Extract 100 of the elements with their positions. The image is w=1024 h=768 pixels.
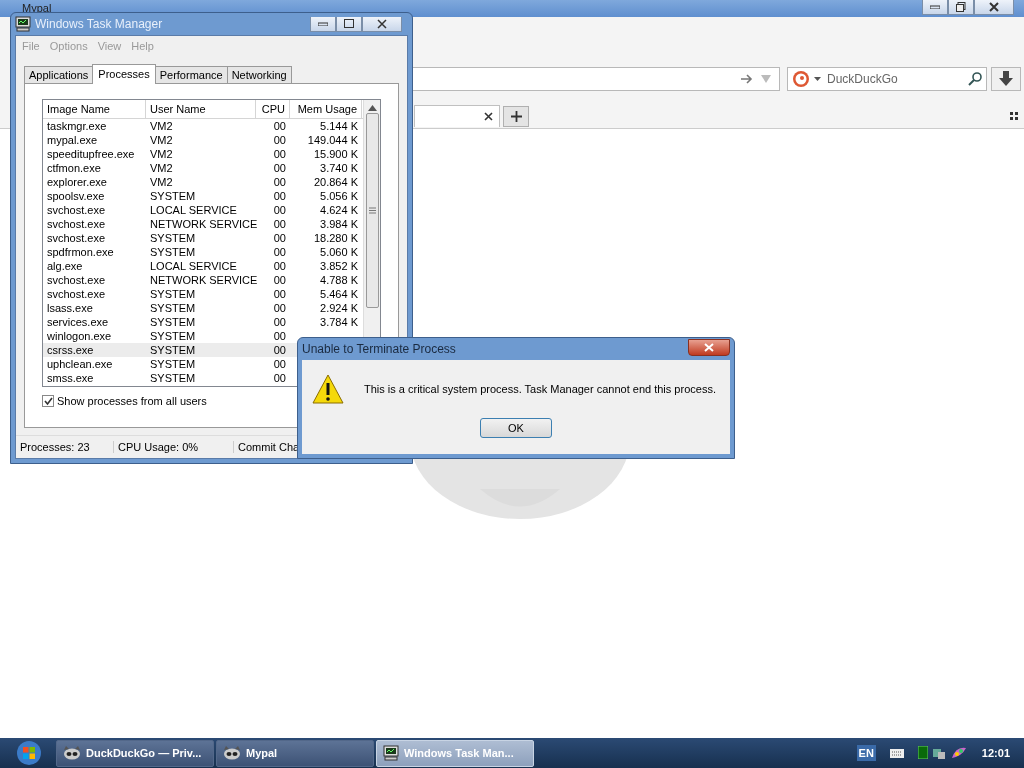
table-cell-text: 00: [272, 133, 287, 147]
tab[interactable]: Applications: [24, 66, 94, 84]
table-cell-text: taskmgr.exe: [46, 119, 108, 133]
table-cell-text: csrss.exe: [46, 343, 95, 357]
table-cell-text: svchost.exe: [46, 217, 107, 231]
table-cell-text: SYSTEM: [149, 301, 197, 315]
table-cell-text: LOCAL SERVICE: [149, 259, 238, 273]
search-bar[interactable]: DuckDuckGo: [787, 67, 987, 91]
process-row[interactable]: ctfmon.exe VM2 00 3.740 K: [43, 161, 363, 175]
table-cell-text: SYSTEM: [149, 245, 197, 259]
table-cell-text: 5.056 K: [319, 189, 359, 203]
table-cell-text: 00: [272, 371, 287, 385]
column-header[interactable]: Image Name: [43, 100, 146, 118]
table-cell-text: spoolsv.exe: [46, 189, 106, 203]
table-cell-text: 00: [272, 357, 287, 371]
table-cell-text: VM2: [149, 175, 174, 189]
table-cell-text: 00: [272, 273, 287, 287]
process-row[interactable]: svchost.exe LOCAL SERVICE 00 4.624 K: [43, 203, 363, 217]
process-row[interactable]: svchost.exe NETWORK SERVICE 00 3.984 K: [43, 217, 363, 231]
taskbar-button[interactable]: DuckDuckGo — Priv...: [56, 739, 214, 767]
table-cell-text: 5.060 K: [319, 245, 359, 259]
tab[interactable]: Performance: [154, 66, 228, 84]
table-cell-text: 00: [272, 175, 287, 189]
table-cell-text: 18.280 K: [312, 231, 359, 245]
table-cell-text: SYSTEM: [149, 343, 197, 357]
process-row[interactable]: speeditupfree.exe VM2 00 15.900 K: [43, 147, 363, 161]
table-cell-text: NETWORK SERVICE: [149, 273, 256, 287]
table-cell-text: 00: [272, 161, 287, 175]
table-cell-text: 00: [272, 231, 287, 245]
language-indicator[interactable]: EN: [856, 745, 876, 761]
table-cell-text: 15.900 K: [312, 147, 359, 161]
column-header[interactable]: CPU: [256, 100, 290, 118]
status-text: Processes: 23: [16, 440, 114, 453]
error-message: This is a critical system process. Task Manager cannot end this process.: [364, 383, 716, 395]
table-cell-text: mypal.exe: [46, 133, 99, 147]
table-cell-text: lsass.exe: [46, 301, 94, 315]
table-cell-text: 3.784 K: [319, 315, 359, 329]
table-cell-text: 5.144 K: [319, 119, 359, 133]
table-cell-text: 00: [272, 343, 287, 357]
process-row[interactable]: taskmgr.exe VM2 00 5.144 K: [43, 119, 363, 133]
tab[interactable]: Processes: [92, 64, 156, 84]
table-cell-text: 3.740 K: [319, 161, 359, 175]
checkbox-label: Show processes from all users: [57, 395, 207, 407]
table-cell-text: explorer.exe: [46, 175, 108, 189]
table-cell-text: services.exe: [46, 315, 110, 329]
table-cell-text: svchost.exe: [46, 203, 107, 217]
table-cell-text: 00: [272, 259, 287, 273]
table-cell-text: spdfrmon.exe: [46, 245, 115, 259]
process-row[interactable]: mypal.exe VM2 00 149.044 K: [43, 133, 363, 147]
table-cell-text: 00: [272, 119, 287, 133]
tab[interactable]: Networking: [226, 66, 292, 84]
process-row[interactable]: svchost.exe SYSTEM 00 5.464 K: [43, 287, 363, 301]
table-cell-text: 00: [272, 217, 287, 231]
table-cell-text: alg.exe: [46, 259, 84, 273]
table-cell-text: 4.788 K: [319, 273, 359, 287]
taskbar-button[interactable]: Mypal: [216, 739, 374, 767]
column-header[interactable]: User Name: [146, 100, 256, 118]
table-cell-text: svchost.exe: [46, 231, 107, 245]
table-cell-text: VM2: [149, 133, 174, 147]
table-cell-text: 00: [272, 329, 287, 343]
table-cell-text: 4.624 K: [319, 203, 359, 217]
table-cell-text: 3.984 K: [319, 217, 359, 231]
table-cell-text: 3.852 K: [319, 259, 359, 273]
ok-button[interactable]: OK: [480, 418, 552, 438]
table-cell-text: 00: [272, 203, 287, 217]
clock: 12:01: [981, 747, 1010, 759]
process-row[interactable]: spdfrmon.exe SYSTEM 00 5.060 K: [43, 245, 363, 259]
table-cell-text: SYSTEM: [149, 357, 197, 371]
table-cell-text: 149.044 K: [306, 133, 359, 147]
table-cell-text: SYSTEM: [149, 287, 197, 301]
table-cell-text: speeditupfree.exe: [46, 147, 136, 161]
status-text: CPU Usage: 0%: [114, 440, 234, 453]
column-header[interactable]: Mem Usage: [290, 100, 362, 118]
process-row[interactable]: alg.exe LOCAL SERVICE 00 3.852 K: [43, 259, 363, 273]
table-cell-text: SYSTEM: [149, 189, 197, 203]
process-row[interactable]: explorer.exe VM2 00 20.864 K: [43, 175, 363, 189]
process-row[interactable]: lsass.exe SYSTEM 00 2.924 K: [43, 301, 363, 315]
table-cell-text: SYSTEM: [149, 371, 197, 385]
process-row[interactable]: spoolsv.exe SYSTEM 00 5.056 K: [43, 189, 363, 203]
table-cell-text: NETWORK SERVICE: [149, 217, 256, 231]
table-cell-text: smss.exe: [46, 371, 95, 385]
process-row[interactable]: services.exe SYSTEM 00 3.784 K: [43, 315, 363, 329]
process-row[interactable]: svchost.exe SYSTEM 00 18.280 K: [43, 231, 363, 245]
process-row[interactable]: svchost.exe NETWORK SERVICE 00 4.788 K: [43, 273, 363, 287]
table-cell-text: SYSTEM: [149, 315, 197, 329]
table-cell-text: 2.924 K: [319, 301, 359, 315]
process-row[interactable]: winlogon.exe SYSTEM 00: [43, 329, 363, 343]
table-cell-text: uphclean.exe: [46, 357, 114, 371]
table-cell-text: ctfmon.exe: [46, 161, 102, 175]
table-cell-text: 00: [272, 315, 287, 329]
table-cell-text: VM2: [149, 147, 174, 161]
table-cell-text: LOCAL SERVICE: [149, 203, 238, 217]
table-cell-text: 00: [272, 147, 287, 161]
table-cell-text: 00: [272, 189, 287, 203]
table-cell-text: 00: [272, 287, 287, 301]
window-title: Mypal: [22, 2, 52, 14]
window-title: Windows Task Manager: [35, 17, 164, 31]
table-cell-text: VM2: [149, 119, 174, 133]
table-cell-text: 20.864 K: [312, 175, 359, 189]
table-cell-text: svchost.exe: [46, 287, 107, 301]
